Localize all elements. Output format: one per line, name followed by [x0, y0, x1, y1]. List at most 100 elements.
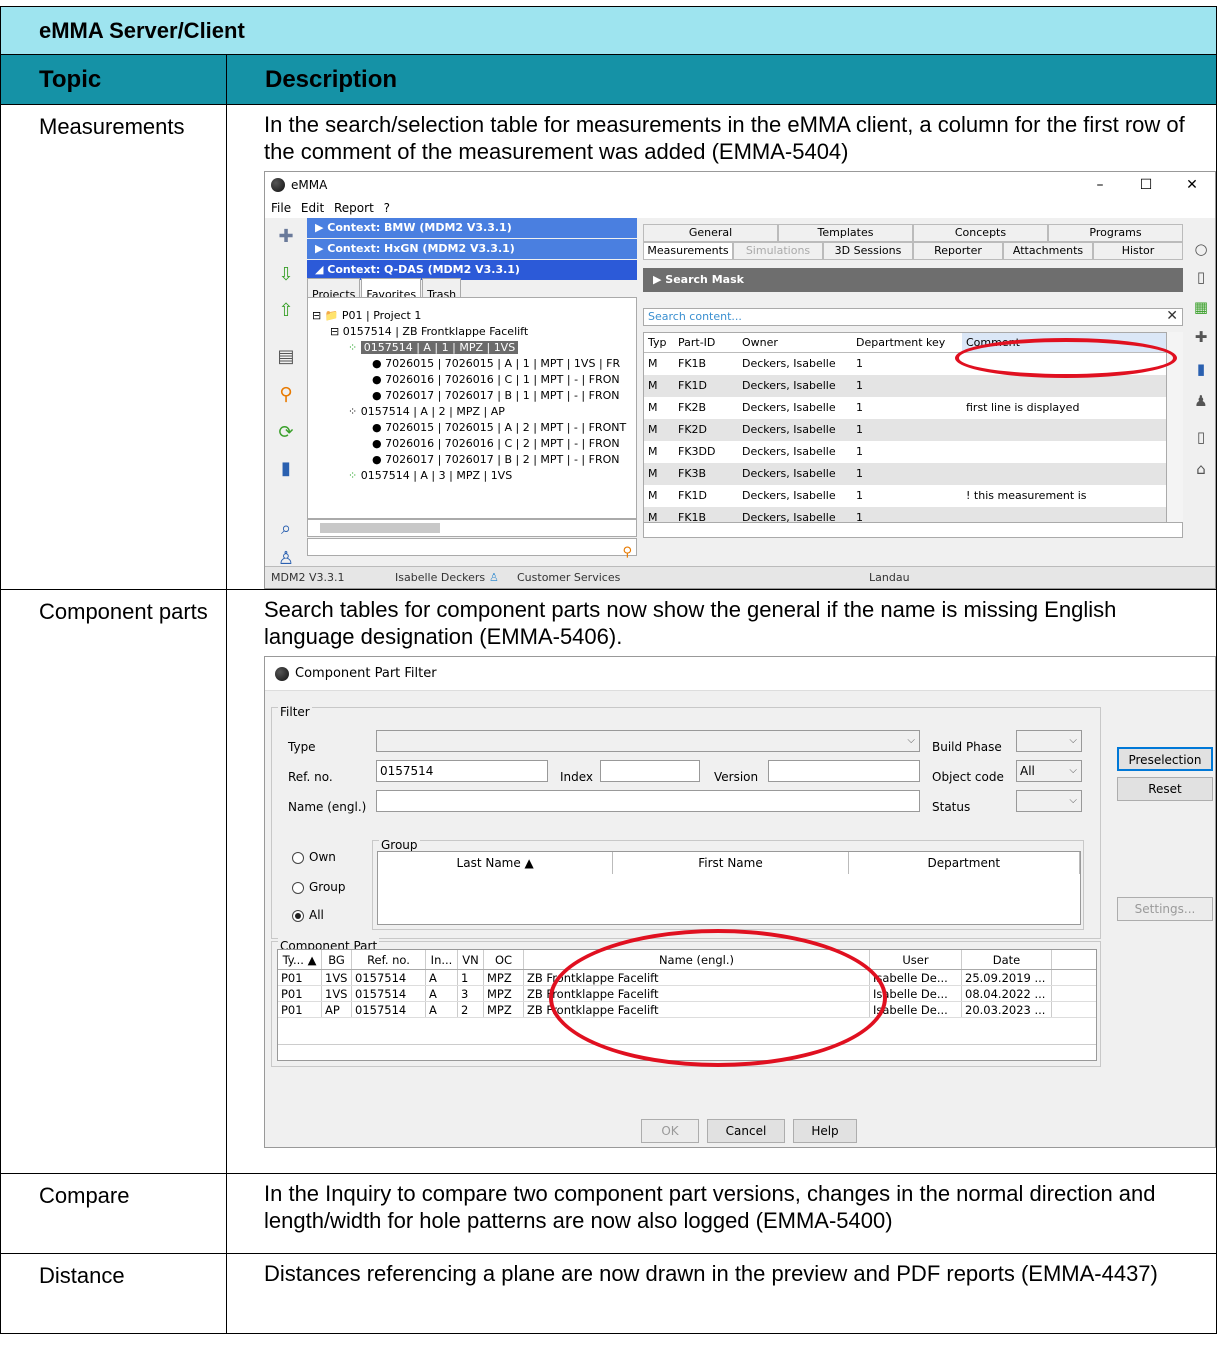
reset-button[interactable]: Reset: [1117, 777, 1213, 801]
highlight-ellipse: [549, 929, 887, 1067]
type-select[interactable]: ⌵: [376, 730, 920, 752]
index-input[interactable]: [600, 760, 700, 782]
context-qdas[interactable]: ◢ Context: Q-DAS (MDM2 V3.3.1): [307, 260, 637, 280]
col-index[interactable]: In...: [426, 950, 458, 969]
chart-icon[interactable]: ▮: [275, 458, 297, 480]
col-department[interactable]: Department: [849, 852, 1080, 874]
users-icon[interactable]: ♟: [1191, 388, 1211, 410]
chart-icon[interactable]: ▮: [1191, 356, 1211, 378]
tab-general[interactable]: General: [643, 224, 778, 242]
menu-report[interactable]: Report: [334, 201, 374, 215]
maximize-button[interactable]: ☐: [1123, 172, 1169, 198]
minimize-button[interactable]: –: [1077, 172, 1123, 198]
col-typ[interactable]: Typ: [644, 333, 674, 352]
settings-button[interactable]: Settings...: [1117, 897, 1213, 921]
object-code-select[interactable]: All ⌵: [1016, 760, 1082, 782]
search-icon[interactable]: ⚲: [275, 384, 297, 406]
window-title: eMMA: [291, 177, 328, 192]
import-arrow-icon[interactable]: ⇩: [275, 264, 297, 286]
tab-concepts[interactable]: Concepts: [913, 224, 1048, 242]
find-document-icon[interactable]: ▯: [1191, 264, 1211, 286]
radio-own[interactable]: Own: [292, 844, 336, 871]
home-icon[interactable]: ⌂: [1191, 456, 1211, 478]
table-row[interactable]: M FK1D Deckers, Isabelle 1 ! this measuremen…: [644, 485, 1166, 507]
search-content-input[interactable]: Search content... ✕: [643, 308, 1183, 326]
radio-group[interactable]: Group: [292, 874, 346, 901]
group-fieldset: Group Last Name ▲ First Name Department: [372, 832, 1084, 930]
cell-ref-no: 0157514: [352, 970, 426, 985]
cell-department-key: 1: [856, 467, 863, 480]
menu-file[interactable]: File: [271, 201, 291, 215]
refresh-icon[interactable]: ⟳: [275, 422, 297, 444]
search-icon[interactable]: ○: [1191, 236, 1211, 258]
highlight-ellipse: [955, 338, 1177, 378]
tab-reporter[interactable]: Reporter: [913, 242, 1003, 260]
document-icon[interactable]: ▤: [275, 346, 297, 368]
col-owner[interactable]: Owner: [738, 333, 852, 352]
col-type[interactable]: Ty... ▲: [278, 950, 322, 969]
version-input[interactable]: [768, 760, 920, 782]
menu-edit[interactable]: Edit: [301, 201, 324, 215]
right-toolbar: ○ ▯ ▦ ✚ ▮ ♟ ▯ ⌂: [1183, 232, 1215, 532]
search-mask-header[interactable]: ▶ Search Mask: [643, 268, 1183, 292]
table-row[interactable]: M FK2D Deckers, Isabelle 1: [644, 419, 1166, 441]
find-document-icon[interactable]: ⌕: [275, 518, 297, 540]
col-oc[interactable]: OC: [484, 950, 524, 969]
tab-simulations[interactable]: Simulations: [733, 242, 823, 260]
export-icon[interactable]: ▯: [1191, 424, 1211, 446]
cell-part-id: FK2D: [678, 423, 708, 436]
tab-programs[interactable]: Programs: [1048, 224, 1183, 242]
cell-department-key: 1: [856, 445, 863, 458]
table-row[interactable]: M FK1D Deckers, Isabelle 1: [644, 375, 1166, 397]
sheet-icon[interactable]: ▦: [1191, 294, 1211, 316]
ref-no-input[interactable]: 0157514: [376, 760, 548, 782]
component-part-filter-screenshot: Component Part Filter Filter Type ⌵ Buil…: [264, 656, 1216, 1148]
tree-node-version-3[interactable]: ⁘ 0157514 | A | 3 | MPZ | 1VS: [348, 462, 512, 489]
tab-attachments[interactable]: Attachments: [1003, 242, 1093, 260]
puzzle-icon[interactable]: ✚: [275, 226, 297, 248]
search-icon[interactable]: ⚲: [622, 539, 632, 566]
col-first-name[interactable]: First Name: [613, 852, 849, 874]
col-vn[interactable]: VN: [458, 950, 484, 969]
tab-measurements[interactable]: Measurements: [643, 242, 733, 260]
menu-help[interactable]: ?: [384, 201, 390, 215]
description-cell: Distances referencing a plane are now dr…: [226, 1253, 1217, 1334]
clear-icon[interactable]: ✕: [1166, 308, 1178, 324]
build-phase-select[interactable]: ⌵: [1016, 730, 1082, 752]
col-last-name[interactable]: Last Name ▲: [378, 852, 614, 874]
col-date[interactable]: Date: [962, 950, 1052, 969]
preselection-button[interactable]: Preselection: [1117, 747, 1213, 771]
radio-all[interactable]: All: [292, 902, 324, 929]
name-input[interactable]: [376, 790, 920, 812]
tab-history[interactable]: Histor: [1093, 242, 1183, 260]
col-bg[interactable]: BG: [322, 950, 352, 969]
table-row[interactable]: M FK3DD Deckers, Isabelle 1: [644, 441, 1166, 463]
cell-part-id: FK1B: [678, 357, 707, 370]
context-hxgn[interactable]: ▶ Context: HxGN (MDM2 V3.3.1): [307, 239, 637, 259]
puzzle-icon[interactable]: ✚: [1191, 324, 1211, 346]
col-part-id[interactable]: Part-ID: [674, 333, 738, 352]
grid-hscrollbar[interactable]: [643, 522, 1183, 538]
col-user[interactable]: User: [870, 950, 962, 969]
close-button[interactable]: ✕: [1169, 172, 1215, 198]
table-row[interactable]: M FK3B Deckers, Isabelle 1: [644, 463, 1166, 485]
cell-vn: 2: [458, 1002, 484, 1017]
help-button[interactable]: Help: [793, 1119, 857, 1143]
tab-templates[interactable]: Templates: [778, 224, 913, 242]
cancel-button[interactable]: Cancel: [707, 1119, 785, 1143]
ok-button[interactable]: OK: [641, 1119, 699, 1143]
table-row: Measurements In the search/selection tab…: [0, 104, 1217, 590]
status-user: Isabelle Deckers: [395, 571, 486, 584]
cell-bg: 1VS: [322, 986, 352, 1001]
context-bmw[interactable]: ▶ Context: BMW (MDM2 V3.3.1): [307, 218, 637, 238]
col-ref-no[interactable]: Ref. no.: [352, 950, 426, 969]
table-row[interactable]: M FK2B Deckers, Isabelle 1 first line is dis…: [644, 397, 1166, 419]
dialog-title: Component Part Filter: [295, 666, 437, 681]
export-arrow-icon[interactable]: ⇧: [275, 300, 297, 322]
tree-scrollbar[interactable]: [307, 519, 637, 537]
status-select[interactable]: ⌵: [1016, 790, 1082, 812]
col-department-key[interactable]: Department key: [852, 333, 962, 352]
scroll-thumb[interactable]: [320, 523, 440, 533]
tab-3d-sessions[interactable]: 3D Sessions: [823, 242, 913, 260]
tree-search-input[interactable]: ⚲: [307, 538, 637, 560]
